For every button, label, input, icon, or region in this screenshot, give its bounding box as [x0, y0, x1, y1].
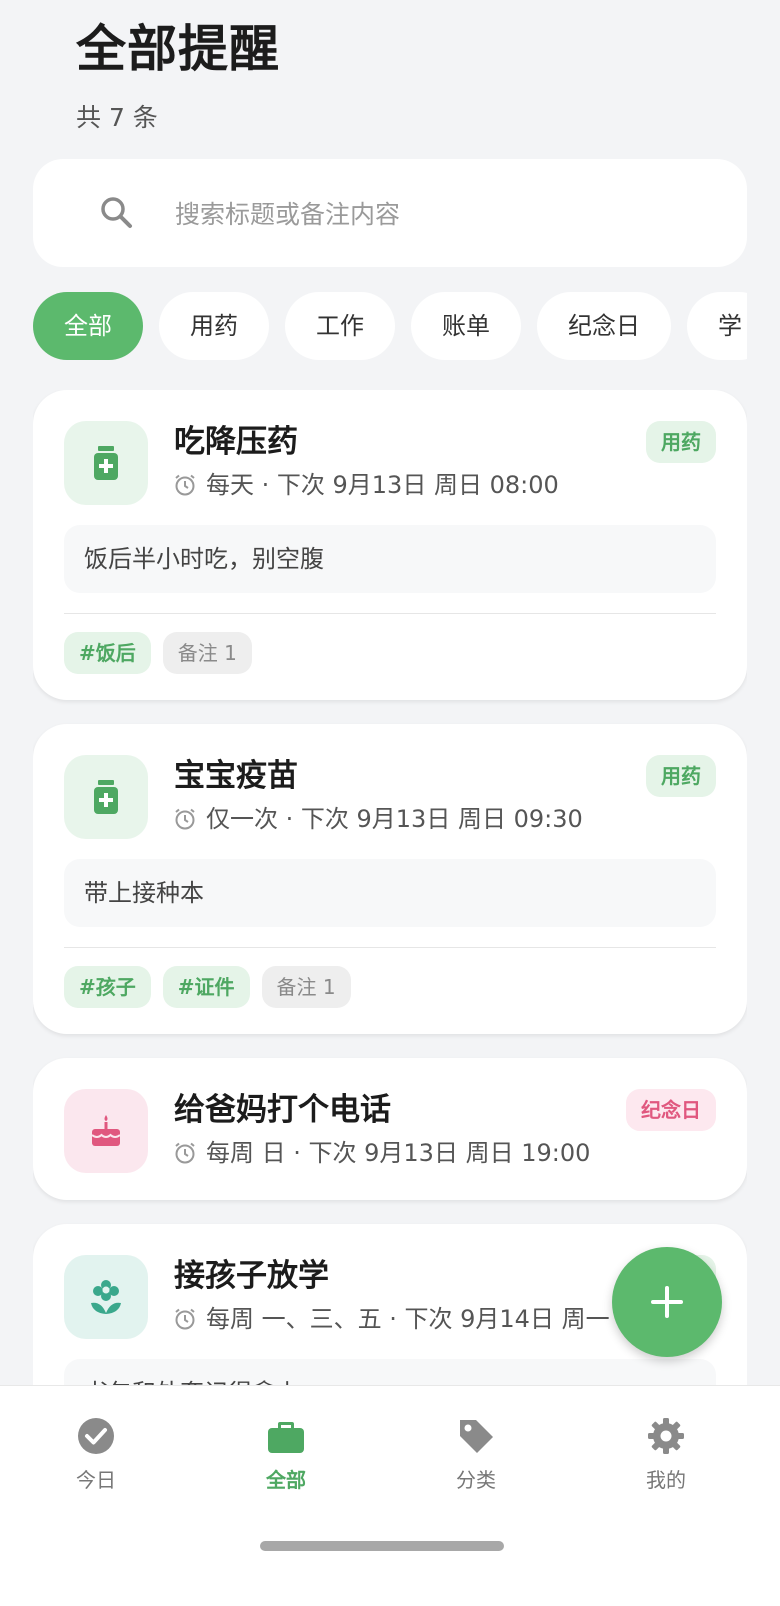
bottom-navigation: 今日 全部 分类 我的 — [0, 1385, 780, 1606]
page-header: 全部提醒 共 7 条 — [76, 18, 280, 134]
note-count-badge: 备注 1 — [162, 632, 252, 674]
chip-all[interactable]: 全部 — [33, 292, 143, 360]
category-badge: 纪念日 — [626, 1089, 716, 1131]
reminder-title: 给爸妈打个电话 — [174, 1092, 391, 1128]
reminder-card[interactable]: 给爸妈打个电话 每周 日 · 下次 9月13日 周日 19:00 纪念日 — [33, 1058, 747, 1200]
medicine-icon — [64, 421, 148, 505]
tag-row: #孩子 #证件 备注 1 — [64, 966, 716, 1008]
reminder-schedule: 每周 日 · 下次 9月13日 周日 19:00 — [174, 1136, 590, 1170]
search-bar[interactable] — [33, 159, 747, 267]
nav-label: 全部 — [266, 1468, 306, 1492]
search-input[interactable] — [173, 189, 737, 239]
chip-bills[interactable]: 账单 — [411, 292, 521, 360]
reminder-schedule: 仅一次 · 下次 9月13日 周日 09:30 — [174, 802, 583, 836]
tag-row: #饭后 备注 1 — [64, 632, 716, 674]
reminder-title: 吃降压药 — [174, 424, 298, 460]
schedule-text: 每天 · 下次 9月13日 周日 08:00 — [206, 471, 559, 499]
nav-today[interactable]: 今日 — [26, 1416, 166, 1493]
category-badge: 用药 — [646, 755, 716, 797]
tag[interactable]: #孩子 — [64, 966, 151, 1008]
nav-label: 我的 — [646, 1468, 686, 1492]
page-title: 全部提醒 — [76, 20, 280, 78]
reminder-count: 共 7 条 — [76, 103, 158, 132]
divider — [64, 947, 716, 948]
nav-label: 今日 — [76, 1468, 116, 1492]
category-badge: 用药 — [646, 421, 716, 463]
alarm-clock-icon — [175, 808, 195, 830]
category-filter-bar: 全部 用药 工作 账单 纪念日学 — [33, 292, 747, 362]
plus-icon — [651, 1286, 683, 1318]
reminder-card[interactable]: 吃降压药 每天 · 下次 9月13日 周日 08:00 用药 饭后半小时吃，别空… — [33, 390, 747, 700]
nav-all[interactable]: 全部 — [216, 1416, 356, 1493]
reminder-title: 宝宝疫苗 — [174, 758, 298, 794]
reminder-card[interactable]: 宝宝疫苗 仅一次 · 下次 9月13日 周日 09:30 用药 带上接种本 #孩… — [33, 724, 747, 1034]
reminder-schedule: 每周 一、三、五 · 下次 9月14日 周一 — [174, 1302, 610, 1336]
medicine-icon — [64, 755, 148, 839]
reminder-note: 带上接种本 — [64, 859, 716, 927]
alarm-clock-icon — [175, 1308, 195, 1330]
add-reminder-button[interactable] — [612, 1247, 722, 1357]
schedule-text: 仅一次 · 下次 9月13日 周日 09:30 — [206, 805, 583, 833]
cake-icon — [64, 1089, 148, 1173]
schedule-text: 每周 日 · 下次 9月13日 周日 19:00 — [206, 1139, 591, 1167]
tag[interactable]: #证件 — [162, 966, 250, 1008]
flower-icon — [64, 1255, 148, 1339]
reminder-schedule: 每天 · 下次 9月13日 周日 08:00 — [174, 468, 559, 502]
reminder-title: 接孩子放学 — [174, 1258, 329, 1294]
alarm-clock-icon — [175, 1142, 195, 1164]
reminder-note: 饭后半小时吃，别空腹 — [64, 525, 716, 593]
chip-work[interactable]: 工作 — [285, 292, 395, 360]
briefcase-icon — [268, 1422, 304, 1453]
chip-anniversary[interactable]: 纪念日 — [537, 292, 671, 360]
nav-me[interactable]: 我的 — [596, 1416, 736, 1493]
home-indicator[interactable] — [260, 1541, 504, 1551]
schedule-text: 每周 一、三、五 · 下次 9月14日 周一 — [206, 1305, 610, 1333]
nav-label: 分类 — [456, 1468, 496, 1492]
check-circle-icon — [78, 1418, 114, 1454]
tag[interactable]: #饭后 — [64, 632, 151, 674]
search-icon — [101, 197, 132, 228]
tag-icon — [460, 1420, 493, 1453]
note-count-badge: 备注 1 — [261, 966, 351, 1008]
divider — [64, 613, 716, 614]
nav-categories[interactable]: 分类 — [406, 1416, 546, 1493]
chip-study[interactable]: 学 — [687, 292, 747, 360]
alarm-clock-icon — [175, 474, 195, 496]
chip-medicine[interactable]: 用药 — [159, 292, 269, 360]
gear-icon — [648, 1418, 684, 1454]
